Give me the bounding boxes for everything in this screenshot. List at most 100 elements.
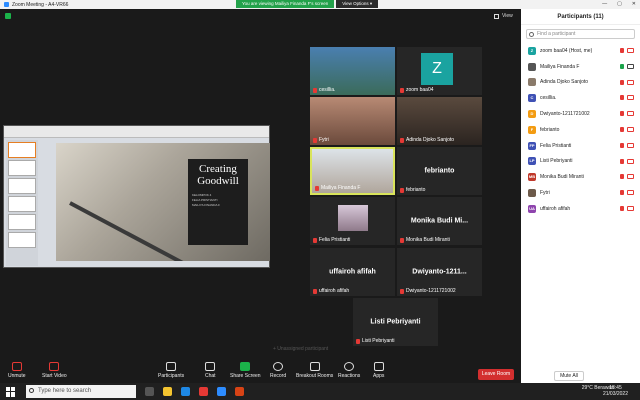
slide-title-line1: Creating: [199, 163, 237, 175]
participant-row[interactable]: Mailiya Finanda F: [521, 59, 640, 75]
participant-search-input[interactable]: Find a participant: [526, 29, 635, 39]
smiley-icon: [344, 362, 355, 371]
camera-off-icon: [627, 111, 634, 117]
taskbar-search-placeholder: Type here to search: [38, 388, 92, 394]
participants-button[interactable]: Participants: [158, 362, 184, 379]
breakout-rooms-button[interactable]: Breakout Rooms: [296, 362, 333, 379]
participant-row[interactable]: Adinda Djoko Sanjoto: [521, 75, 640, 91]
apps-label: Apps: [373, 373, 385, 379]
participant-avatar: MB: [528, 173, 536, 182]
mic-muted-icon: [620, 63, 624, 69]
task-view-icon[interactable]: [145, 387, 154, 396]
participant-name: Monika Budi Miranti: [540, 174, 584, 181]
camera-icon: [49, 362, 60, 371]
tile-center-name: Listi Pebriyanti: [370, 318, 421, 326]
participant-avatar: FP: [528, 141, 536, 150]
video-tile-listi[interactable]: Listi Pebriyanti Listi Pebriyanti: [353, 298, 438, 346]
participant-row[interactable]: Zzoom baa04 (Host, me): [521, 43, 640, 59]
mic-muted-icon: [620, 95, 624, 101]
mic-muted-icon: [400, 187, 404, 193]
chrome-icon[interactable]: [199, 387, 208, 396]
close-button[interactable]: ✕: [632, 1, 636, 7]
minimize-button[interactable]: —: [602, 1, 607, 7]
reactions-button[interactable]: Reactions: [338, 362, 360, 379]
participant-name: cesillia.: [540, 95, 557, 102]
viewing-screen-label: You are viewing Mailiya Finanda F's scre…: [236, 0, 335, 8]
tile-name: uffairoh afifah: [319, 288, 350, 294]
start-video-button[interactable]: Start Video: [42, 362, 67, 379]
participant-row[interactable]: LP Listi Pebriyanti: [521, 154, 640, 170]
tile-name: febrianto: [406, 187, 426, 193]
breakout-rooms-icon: [309, 362, 320, 371]
participant-row[interactable]: UA uffairoh afifah: [521, 201, 640, 217]
apps-button[interactable]: Apps: [373, 362, 384, 379]
slide-thumbnail: [8, 178, 36, 194]
participants-title: Participants (11): [521, 9, 640, 25]
tile-name: Monika Budi Miranti: [406, 237, 450, 243]
edge-icon[interactable]: [181, 387, 190, 396]
participant-row[interactable]: MB Monika Budi Miranti: [521, 169, 640, 185]
video-tile-adinda[interactable]: Adinda Djoko Sanjoto: [397, 97, 482, 145]
search-icon: [29, 388, 34, 393]
camera-off-icon: [627, 158, 634, 164]
mic-muted-icon: [620, 48, 624, 53]
tile-name: Listi Pebriyanti: [362, 338, 395, 344]
participant-avatar: C: [528, 94, 536, 103]
participant-avatar: D: [528, 110, 536, 119]
file-explorer-icon[interactable]: [163, 387, 172, 396]
presenter-line: MAILIYA FINANDA F: [192, 203, 220, 207]
windows-start-button[interactable]: [6, 386, 16, 397]
shield-icon[interactable]: [5, 13, 11, 19]
breakout-rooms-label: Breakout Rooms: [296, 373, 334, 379]
participant-list: Zzoom baa04 (Host, me) Mailiya Finanda F A…: [521, 43, 640, 217]
clock-date: 21/03/2022: [602, 391, 628, 397]
participant-row[interactable]: Ccesillia.: [521, 90, 640, 106]
unmute-button[interactable]: Unmute: [8, 362, 26, 379]
participant-avatar: Z: [528, 46, 536, 55]
slide-thumbnails: [6, 140, 38, 266]
participant-row[interactable]: Fytri: [521, 185, 640, 201]
taskbar-search-input[interactable]: Type here to search: [26, 385, 136, 398]
mute-all-button[interactable]: Mute All: [554, 371, 584, 381]
profile-photo: [338, 205, 368, 231]
video-tile-uffairoh[interactable]: uffairoh afifah uffairoh afifah: [310, 248, 395, 296]
camera-off-icon: [627, 190, 634, 196]
mic-muted-icon: [620, 190, 624, 196]
video-tile-febrianto[interactable]: febrianto febrianto: [397, 147, 482, 195]
apps-icon: [373, 362, 384, 371]
share-screen-button[interactable]: Share Screen: [230, 362, 261, 379]
video-tile-felia[interactable]: Felia Pristianti: [310, 197, 395, 245]
participant-name: Adinda Djoko Sanjoto: [540, 79, 589, 86]
shared-screen[interactable]: Creating Goodwill KELOMPOK 4 FELIA PRIST…: [3, 125, 270, 268]
video-tile-fytri[interactable]: Fytri: [310, 97, 395, 145]
chat-icon: [205, 362, 216, 371]
taskbar-clock[interactable]: 18:45 21/03/2022: [603, 385, 628, 397]
camera-off-icon: [627, 95, 634, 101]
slide-title-line2: Goodwill: [197, 175, 239, 187]
video-tile-dwiyanto[interactable]: Dwiyanto-1211... Dwiyanto-1211721002: [397, 248, 482, 296]
view-button[interactable]: View: [494, 13, 513, 19]
video-tile-zoom-baa04[interactable]: Z zoom baa04: [397, 47, 482, 95]
leave-room-button[interactable]: Leave Room: [478, 369, 514, 380]
video-tile-monika[interactable]: Monika Budi Mi... Monika Budi Miranti: [397, 197, 482, 245]
video-tile-cesillia[interactable]: cesillia.: [310, 47, 395, 95]
video-tile-mailiya[interactable]: Mailiya Finanda F: [310, 147, 395, 195]
mic-muted-icon: [400, 288, 404, 294]
windows-taskbar: Type here to search 29°C Berawan 18:45 2…: [0, 383, 640, 400]
mic-muted-icon: [400, 237, 404, 243]
tile-name: Mailiya Finanda F: [321, 185, 361, 191]
participant-row[interactable]: Ffebrianto: [521, 122, 640, 138]
maximize-button[interactable]: ▢: [617, 1, 622, 7]
participant-row[interactable]: FP Felia Pristianti: [521, 138, 640, 154]
view-options-button[interactable]: View Options ▾: [336, 0, 379, 8]
participant-row[interactable]: D Dwiyanto-1211721002: [521, 106, 640, 122]
search-placeholder: Find a participant: [537, 31, 576, 37]
mic-muted-icon: [620, 126, 624, 132]
zoom-taskbar-icon[interactable]: [217, 387, 226, 396]
share-banner: You are viewing Mailiya Finanda F's scre…: [236, 0, 379, 8]
microphone-icon: [11, 362, 22, 371]
chat-button[interactable]: Chat: [205, 362, 216, 379]
powerpoint-taskbar-icon[interactable]: [235, 387, 244, 396]
record-button[interactable]: Record: [270, 362, 286, 379]
unmute-label: Unmute: [8, 373, 26, 379]
